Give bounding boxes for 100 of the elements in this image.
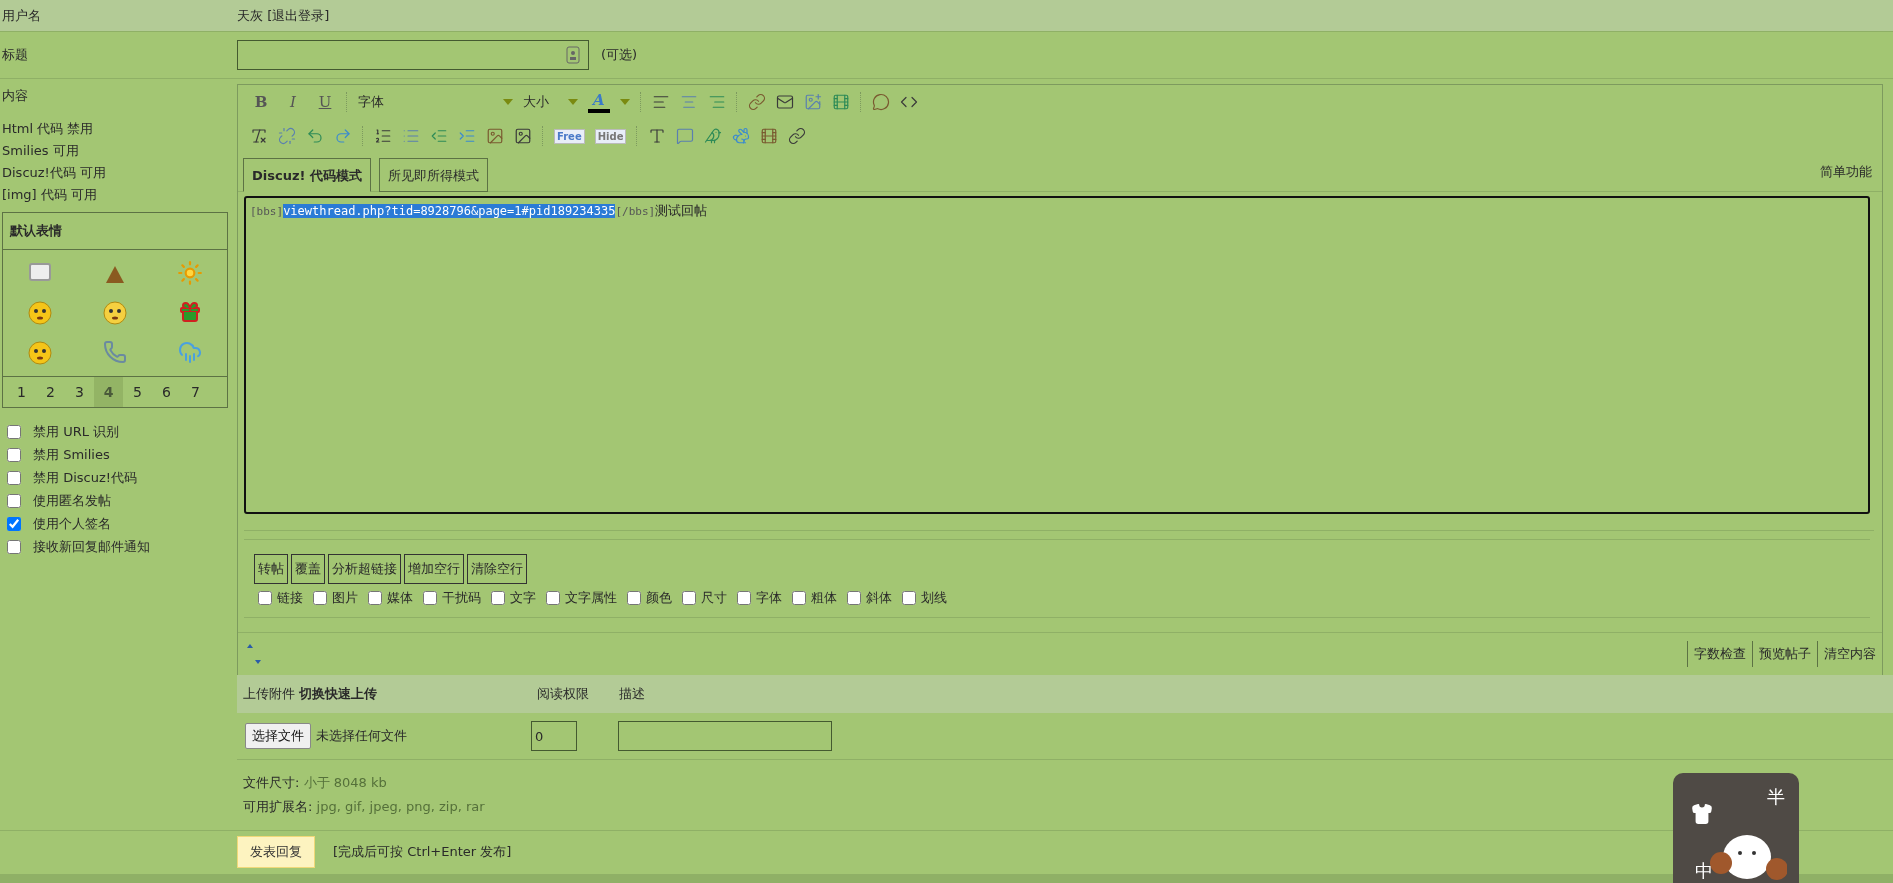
option-checkbox[interactable] <box>7 540 21 554</box>
tool-button[interactable]: 转帖 <box>254 554 288 584</box>
editor-tab[interactable]: Discuz! 代码模式 <box>243 158 371 192</box>
format-button[interactable]: U <box>314 93 336 111</box>
page-number[interactable]: 5 <box>123 377 152 407</box>
align-left-icon[interactable] <box>651 93 670 111</box>
font-select[interactable]: 字体 <box>358 93 513 111</box>
option-checkbox[interactable] <box>7 425 21 439</box>
video-icon[interactable] <box>831 93 850 111</box>
format-button[interactable]: B <box>250 93 272 111</box>
code-status-text: [img] 代码 可用 <box>2 186 98 204</box>
image-icon[interactable] <box>803 93 822 111</box>
option-checkbox[interactable] <box>7 471 21 485</box>
link-chain-icon[interactable] <box>788 127 807 145</box>
filter-checkbox[interactable] <box>313 591 327 605</box>
filter-checkbox[interactable] <box>491 591 505 605</box>
smilies-title: 默认表情 <box>10 223 62 238</box>
page-number[interactable]: 1 <box>7 377 36 407</box>
tool-button[interactable]: 分析超链接 <box>328 554 401 584</box>
link-icon[interactable] <box>747 93 766 111</box>
filter-label: 字体 <box>756 589 782 607</box>
field-label: 标题 <box>2 46 29 64</box>
code-status-text: Html 代码 禁用 <box>2 120 95 138</box>
option-checkbox[interactable] <box>7 448 21 462</box>
filter-label: 文字属性 <box>565 589 617 607</box>
option-label: 接收新回复邮件通知 <box>33 538 150 556</box>
option-label: 禁用 Discuz!代码 <box>33 469 137 487</box>
column-header: 描述 <box>619 685 646 703</box>
permission-input[interactable]: 0 <box>531 721 577 751</box>
choose-file-button[interactable]: 选择文件 <box>245 723 311 749</box>
size-select[interactable]: 大小 <box>523 93 578 111</box>
column-header: 阅读权限 <box>537 685 590 703</box>
file-status-text: 未选择任何文件 <box>316 727 407 745</box>
filter-checkbox[interactable] <box>737 591 751 605</box>
footer-button[interactable]: 预览帖子 <box>1752 641 1817 667</box>
gift-icon[interactable] <box>177 300 202 324</box>
tool-button[interactable]: 清除空行 <box>467 554 527 584</box>
simple-mode-link[interactable]: 简单功能 <box>1820 163 1872 181</box>
image-top-icon[interactable] <box>486 127 504 145</box>
contact-card-icon <box>566 46 580 64</box>
format-button[interactable]: I <box>282 93 304 111</box>
page-number[interactable]: 3 <box>65 377 94 407</box>
editor-tab[interactable]: 所见即所得模式 <box>378 158 488 192</box>
footer-button[interactable]: 字数检查 <box>1687 641 1752 667</box>
ime-widget[interactable]: 半 中 <box>1673 773 1799 883</box>
username-text: 天灰 [退出登录] <box>237 6 330 25</box>
filter-checkbox[interactable] <box>627 591 641 605</box>
option-checkbox[interactable] <box>7 517 21 531</box>
page-number[interactable]: 7 <box>181 377 210 407</box>
penguin-icon[interactable] <box>704 127 723 145</box>
page-number[interactable]: 2 <box>36 377 65 407</box>
description-input[interactable] <box>618 721 832 751</box>
filter-label: 图片 <box>332 589 358 607</box>
unlink-icon[interactable] <box>278 127 296 145</box>
email-icon[interactable] <box>775 93 794 111</box>
image-bottom-icon[interactable] <box>514 127 532 145</box>
resize-arrows-icon[interactable] <box>246 642 262 666</box>
font-icon[interactable] <box>648 127 667 145</box>
filter-checkbox[interactable] <box>258 591 272 605</box>
filter-label: 颜色 <box>646 589 672 607</box>
code-status-text: Discuz!代码 可用 <box>2 164 107 182</box>
ime-char: 半 <box>1767 785 1785 809</box>
filter-label: 斜体 <box>866 589 892 607</box>
tag-icon[interactable]: Free <box>554 128 585 144</box>
filter-checkbox[interactable] <box>902 591 916 605</box>
tool-button[interactable]: 覆盖 <box>291 554 325 584</box>
filter-checkbox[interactable] <box>368 591 382 605</box>
chat-bubble-icon[interactable] <box>676 127 695 145</box>
speech-bubble-icon[interactable] <box>871 93 890 111</box>
title-input[interactable] <box>237 40 589 70</box>
tool-button[interactable]: 增加空行 <box>404 554 464 584</box>
shortcut-hint: [完成后可按 Ctrl+Enter 发布] <box>333 843 512 861</box>
quick-upload-link[interactable]: 切换快速上传 <box>299 685 378 703</box>
option-checkbox[interactable] <box>7 494 21 508</box>
ordered-list-icon[interactable] <box>374 127 392 145</box>
clear-format-icon[interactable] <box>250 127 268 145</box>
filter-checkbox[interactable] <box>792 591 806 605</box>
filter-label: 干扰码 <box>442 589 481 607</box>
footer-button[interactable]: 清空内容 <box>1817 641 1882 667</box>
option-label: 使用匿名发帖 <box>33 492 111 510</box>
shirt-icon <box>1691 803 1713 825</box>
filter-label: 链接 <box>277 589 303 607</box>
submit-reply-button[interactable]: 发表回复 <box>237 836 315 868</box>
filter-checkbox[interactable] <box>847 591 861 605</box>
upload-label: 上传附件 <box>243 685 295 703</box>
undo-icon[interactable] <box>306 127 324 145</box>
tag-icon[interactable]: Hide <box>594 128 627 144</box>
editor-textarea[interactable]: [bbs]viewthread.php?tid=8928796&page=1#pid189234335[/bbs]测试回帖 <box>244 196 1870 514</box>
filter-label: 粗体 <box>811 589 837 607</box>
filter-checkbox[interactable] <box>546 591 560 605</box>
info-label: 文件尺寸: <box>243 775 300 790</box>
info-label: 可用扩展名: <box>243 799 313 814</box>
page-number[interactable]: 6 <box>152 377 181 407</box>
field-label: 用户名 <box>2 6 42 25</box>
option-label: 使用个人签名 <box>33 515 111 533</box>
media-icon[interactable] <box>760 127 779 145</box>
filter-checkbox[interactable] <box>682 591 696 605</box>
filter-checkbox[interactable] <box>423 591 437 605</box>
info-value: jpg, gif, jpeg, png, zip, rar <box>316 799 485 814</box>
option-label: 禁用 Smilies <box>33 446 110 464</box>
